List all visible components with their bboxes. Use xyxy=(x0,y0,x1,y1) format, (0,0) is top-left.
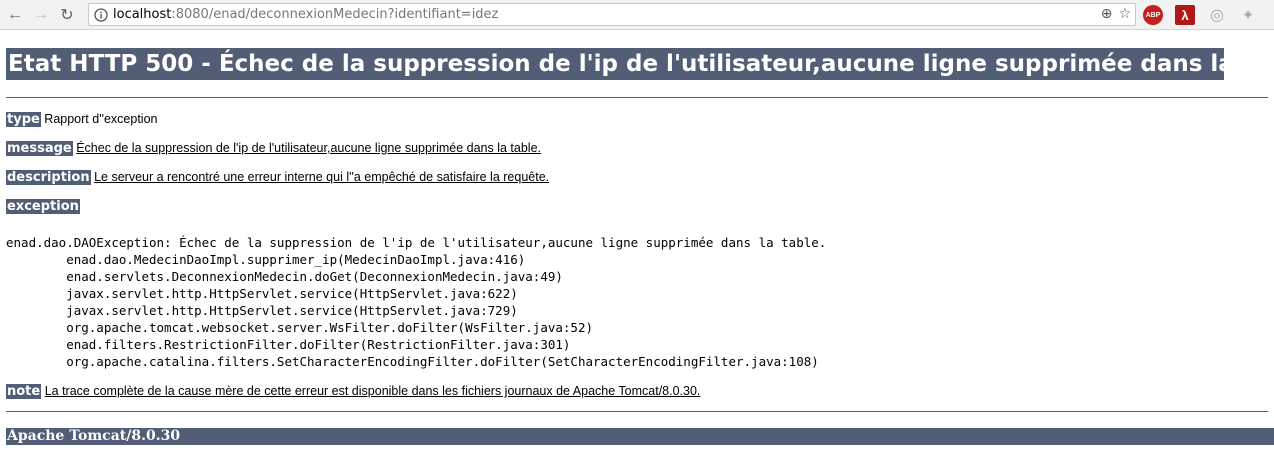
star-icon[interactable]: ☆ xyxy=(1118,6,1131,22)
note-label: note xyxy=(6,384,42,399)
message-label: message xyxy=(6,141,73,156)
info-icon[interactable] xyxy=(89,7,113,22)
note-row: note La trace complète de la cause mère … xyxy=(6,384,1268,399)
page-title: Etat HTTP 500 - Échec de la suppression … xyxy=(6,48,1224,80)
extension-tool-icon[interactable]: ✦ xyxy=(1238,5,1258,25)
forward-arrow-icon: → xyxy=(33,5,49,23)
note-value: La trace complète de la cause mère de ce… xyxy=(44,384,701,398)
title-divider xyxy=(6,97,1268,98)
address-bar[interactable]: localhost:8080/enad/deconnexionMedecin?i… xyxy=(88,3,1136,26)
zoom-icon[interactable]: ⊕ xyxy=(1101,6,1113,22)
browser-toolbar: ← → ↻ localhost:8080/enad/deconnexionMed… xyxy=(0,0,1274,30)
back-button[interactable]: ← xyxy=(4,4,26,26)
adblock-extension-icon[interactable]: ABP xyxy=(1143,5,1163,25)
description-label: description xyxy=(6,170,91,185)
exception-row: exception xyxy=(6,199,1268,214)
footer-divider xyxy=(6,411,1268,412)
acrobat-extension-icon[interactable]: λ xyxy=(1175,5,1195,25)
type-row: type Rapport d''exception xyxy=(6,112,1268,127)
server-footer: Apache Tomcat/8.0.30 xyxy=(6,428,1274,445)
back-arrow-icon: ← xyxy=(7,5,23,23)
message-row: message Échec de la suppression de l'ip … xyxy=(6,141,1268,156)
url-path: :8080/enad/deconnexionMedecin?identifian… xyxy=(171,7,499,22)
error-page: Etat HTTP 500 - Échec de la suppression … xyxy=(0,48,1274,445)
type-label: type xyxy=(6,112,41,127)
stack-trace: enad.dao.DAOException: Échec de la suppr… xyxy=(6,235,827,369)
exception-label: exception xyxy=(6,199,80,214)
extension-ring-icon[interactable]: ◎ xyxy=(1207,5,1227,25)
type-value: Rapport d''exception xyxy=(44,112,158,126)
url-host: localhost xyxy=(113,7,172,22)
description-value: Le serveur a rencontré une erreur intern… xyxy=(94,170,550,184)
message-value: Échec de la suppression de l'ip de l'uti… xyxy=(76,141,542,155)
reload-button[interactable]: ↻ xyxy=(56,4,78,26)
forward-button[interactable]: → xyxy=(30,4,52,26)
description-row: description Le serveur a rencontré une e… xyxy=(6,170,1268,185)
reload-icon: ↻ xyxy=(60,6,74,24)
